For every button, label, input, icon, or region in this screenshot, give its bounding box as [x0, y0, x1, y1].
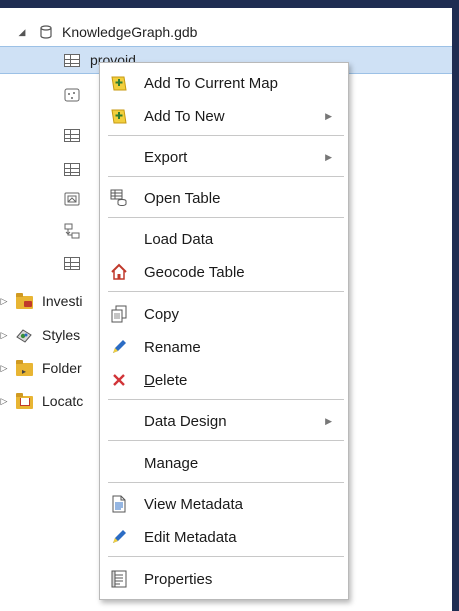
tree-node-child[interactable]	[64, 156, 80, 182]
menu-separator	[108, 556, 344, 557]
tree-node-child[interactable]	[64, 218, 80, 244]
menu-item-add-to-new[interactable]: Add To New ▶	[100, 101, 346, 131]
gdb-label: KnowledgeGraph.gdb	[62, 24, 198, 40]
menu-item-delete[interactable]: Delete	[100, 365, 346, 395]
menu-label: Properties	[144, 570, 213, 588]
menu-separator	[108, 176, 344, 177]
menu-item-load-data[interactable]: Load Data	[100, 224, 346, 254]
tree-item-label: Investi	[42, 293, 83, 309]
pencil-icon	[110, 338, 128, 356]
geocode-house-icon	[110, 263, 128, 281]
menu-label: Copy	[144, 305, 180, 323]
menu-label: Edit Metadata	[144, 528, 237, 546]
expand-arrow-icon[interactable]: ▷	[0, 296, 8, 307]
menu-item-view-metadata[interactable]: View Metadata	[100, 489, 346, 519]
add-data-icon	[110, 74, 128, 92]
menu-label: Delete	[144, 371, 188, 389]
tree-item-label: Folder	[42, 360, 82, 376]
submenu-arrow-icon: ▶	[325, 151, 332, 162]
context-menu: Add To Current Map Add To New ▶ Export ▶…	[99, 62, 349, 600]
submenu-arrow-icon: ▶	[325, 415, 332, 426]
menu-separator	[108, 291, 344, 292]
menu-separator	[108, 440, 344, 441]
menu-item-add-to-current-map[interactable]: Add To Current Map	[100, 68, 346, 98]
table-icon	[64, 128, 80, 142]
open-table-icon	[110, 189, 128, 207]
menu-label: Add To New	[144, 107, 225, 125]
menu-label: Geocode Table	[144, 263, 245, 281]
tree-item-label: Styles	[42, 327, 81, 343]
database-icon	[38, 24, 54, 40]
menu-separator	[108, 217, 344, 218]
menu-item-rename[interactable]: Rename	[100, 332, 346, 362]
point-feature-icon	[64, 87, 80, 103]
menu-item-edit-metadata[interactable]: Edit Metadata	[100, 522, 346, 552]
table-icon	[64, 53, 80, 67]
expand-arrow-icon[interactable]: ▷	[0, 396, 8, 407]
menu-label: View Metadata	[144, 495, 243, 513]
pencil-icon	[110, 528, 128, 546]
menu-item-open-table[interactable]: Open Table	[100, 183, 346, 213]
tree-node-folders[interactable]: ▷ ▸ Folder	[0, 355, 82, 381]
styles-icon	[16, 327, 32, 343]
menu-label: Export	[144, 148, 188, 166]
delete-x-icon	[110, 371, 128, 389]
menu-item-manage[interactable]: Manage	[100, 448, 346, 478]
menu-label: Add To Current Map	[144, 74, 278, 92]
tree-node-styles[interactable]: ▷ Styles	[0, 322, 81, 348]
tree-node-child[interactable]	[64, 82, 80, 108]
menu-item-copy[interactable]: Copy	[100, 299, 346, 329]
menu-separator	[108, 399, 344, 400]
locator-folder-icon	[16, 393, 33, 409]
copy-icon	[110, 305, 128, 323]
raster-icon	[64, 191, 80, 207]
tree-item-label: Locatc	[42, 393, 84, 409]
table-icon	[64, 162, 80, 176]
menu-label: Rename	[144, 338, 201, 356]
expand-arrow-icon[interactable]: ▷	[0, 330, 8, 341]
menu-separator	[108, 135, 344, 136]
folder-icon: ▸	[16, 360, 33, 376]
relationship-icon	[64, 223, 80, 239]
menu-item-data-design[interactable]: Data Design ▶	[100, 406, 346, 436]
menu-item-properties[interactable]: Properties	[100, 564, 346, 594]
metadata-document-icon	[110, 495, 128, 513]
tree-node-child[interactable]	[64, 250, 80, 276]
tree-node-child[interactable]	[64, 122, 80, 148]
collapse-arrow-icon[interactable]: ◢	[16, 27, 28, 38]
add-data-icon	[110, 107, 128, 125]
menu-label: Load Data	[144, 230, 214, 248]
menu-item-geocode-table[interactable]: Geocode Table	[100, 257, 346, 287]
tree-node-child[interactable]	[64, 186, 80, 212]
menu-label: Manage	[144, 454, 199, 472]
menu-separator	[108, 482, 344, 483]
expand-arrow-icon[interactable]: ▷	[0, 363, 8, 374]
investigation-folder-icon	[16, 293, 33, 309]
tree-node-gdb[interactable]: ◢ KnowledgeGraph.gdb	[16, 19, 198, 45]
menu-label: Data Design	[144, 412, 227, 430]
menu-item-export[interactable]: Export ▶	[100, 142, 346, 172]
properties-icon	[110, 570, 128, 588]
table-icon	[64, 256, 80, 270]
submenu-arrow-icon: ▶	[325, 110, 332, 121]
menu-label: Open Table	[144, 189, 221, 207]
tree-node-investigations[interactable]: ▷ Investi	[0, 288, 82, 314]
tree-node-locators[interactable]: ▷ Locatc	[0, 388, 83, 414]
